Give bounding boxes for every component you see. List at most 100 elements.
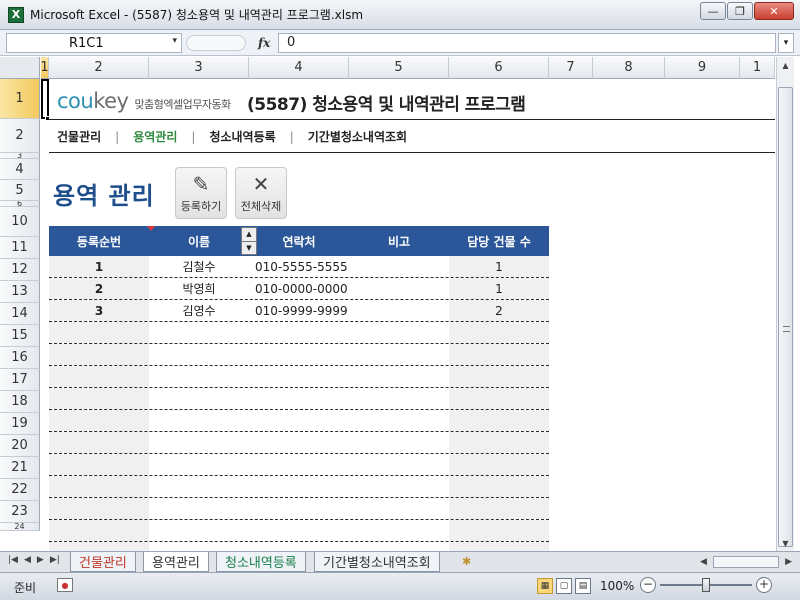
column-header[interactable]: 4 xyxy=(249,57,349,79)
formula-expand-icon[interactable]: ▾ xyxy=(778,33,794,53)
cell-building-count[interactable] xyxy=(449,498,549,519)
cell-reg-no[interactable]: 1 xyxy=(49,256,149,277)
cell-note[interactable] xyxy=(349,322,449,343)
nav-service-management[interactable]: 용역관리 xyxy=(133,128,177,145)
cell-note[interactable] xyxy=(349,432,449,453)
cell-name[interactable]: 김영수 xyxy=(149,300,249,321)
cell-note[interactable] xyxy=(349,366,449,387)
tab-period-record-search[interactable]: 기간별청소내역조회 xyxy=(314,552,440,572)
header-note[interactable]: 비고 xyxy=(349,226,449,256)
cell-reg-no[interactable] xyxy=(49,432,149,453)
cell-contact[interactable] xyxy=(249,366,349,387)
row-header[interactable]: 11 xyxy=(0,237,40,259)
cell-contact[interactable] xyxy=(249,344,349,365)
page-layout-view-icon[interactable]: ▢ xyxy=(556,578,572,594)
cell-note[interactable] xyxy=(349,476,449,497)
cell-reg-no[interactable] xyxy=(49,520,149,541)
row-header[interactable]: 23 xyxy=(0,501,40,523)
cell-reg-no[interactable] xyxy=(49,410,149,431)
cell-building-count[interactable]: 1 xyxy=(449,278,549,299)
name-box[interactable]: R1C1 ▾ xyxy=(6,33,182,53)
worksheet-area[interactable]: coukey 맞춤형엑셀업무자동화 (5587) 청소용역 및 내역관리 프로그… xyxy=(41,79,775,551)
table-row[interactable] xyxy=(49,476,549,498)
column-header[interactable]: 9 xyxy=(665,57,740,79)
column-header[interactable]: 5 xyxy=(349,57,449,79)
row-header[interactable]: 1 xyxy=(0,79,40,119)
macro-record-icon[interactable]: ● xyxy=(57,578,73,592)
select-all-corner[interactable] xyxy=(0,57,40,79)
tab-cleaning-record-entry[interactable]: 청소내역등록 xyxy=(216,552,306,572)
row-header[interactable]: 5 xyxy=(0,180,40,201)
table-row[interactable] xyxy=(49,344,549,366)
row-header[interactable]: 13 xyxy=(0,281,40,303)
cell-contact[interactable]: 010-0000-0000 xyxy=(249,278,349,299)
delete-all-button[interactable]: ✕ 전체삭제 xyxy=(235,167,287,219)
cell-name[interactable] xyxy=(149,520,249,541)
column-header[interactable]: 3 xyxy=(149,57,249,79)
cell-building-count[interactable] xyxy=(449,542,549,551)
cell-reg-no[interactable] xyxy=(49,454,149,475)
table-row[interactable] xyxy=(49,410,549,432)
scroll-left-icon[interactable]: ◀ xyxy=(700,557,707,567)
table-row[interactable] xyxy=(49,366,549,388)
table-row[interactable] xyxy=(49,498,549,520)
cell-reg-no[interactable] xyxy=(49,388,149,409)
cell-name[interactable] xyxy=(149,542,249,551)
row-header[interactable]: 16 xyxy=(0,347,40,369)
cell-building-count[interactable] xyxy=(449,388,549,409)
restore-button[interactable]: ❐ xyxy=(727,2,753,20)
cell-contact[interactable] xyxy=(249,388,349,409)
table-row[interactable] xyxy=(49,388,549,410)
cell-note[interactable] xyxy=(349,454,449,475)
cell-name[interactable] xyxy=(149,432,249,453)
sort-spinner[interactable]: ▲ ▼ xyxy=(241,227,257,255)
next-sheet-icon[interactable]: ▶ xyxy=(37,555,44,565)
cell-name[interactable] xyxy=(149,476,249,497)
nav-building-management[interactable]: 건물관리 xyxy=(57,128,101,145)
cell-building-count[interactable] xyxy=(449,432,549,453)
table-row[interactable] xyxy=(49,432,549,454)
cell-name[interactable] xyxy=(149,366,249,387)
row-header[interactable]: 4 xyxy=(0,159,40,180)
minimize-button[interactable]: — xyxy=(700,2,726,20)
scroll-down-icon[interactable]: ▼ xyxy=(777,535,794,551)
row-header[interactable]: 17 xyxy=(0,369,40,391)
prev-sheet-icon[interactable]: ◀ xyxy=(24,555,31,565)
cell-reg-no[interactable]: 2 xyxy=(49,278,149,299)
cell-building-count[interactable] xyxy=(449,322,549,343)
page-break-view-icon[interactable]: ▤ xyxy=(575,578,591,594)
insert-function-icon[interactable]: fx xyxy=(258,36,270,50)
cell-building-count[interactable] xyxy=(449,344,549,365)
header-reg-no[interactable]: 등록순번 xyxy=(49,226,149,256)
excel-app-icon[interactable]: X xyxy=(8,6,24,23)
cell-contact[interactable] xyxy=(249,542,349,551)
cell-reg-no[interactable] xyxy=(49,366,149,387)
cell-building-count[interactable] xyxy=(449,476,549,497)
cell-name[interactable] xyxy=(149,410,249,431)
cell-name[interactable]: 김철수 xyxy=(149,256,249,277)
cell-building-count[interactable] xyxy=(449,366,549,387)
table-row[interactable] xyxy=(49,520,549,542)
cell-contact[interactable] xyxy=(249,520,349,541)
cell-building-count[interactable] xyxy=(449,410,549,431)
cell-contact[interactable] xyxy=(249,454,349,475)
register-button[interactable]: ✎ 등록하기 xyxy=(175,167,227,219)
cell-reg-no[interactable] xyxy=(49,344,149,365)
zoom-in-icon[interactable]: + xyxy=(756,577,772,593)
column-header[interactable]: 7 xyxy=(549,57,593,79)
cell-contact[interactable] xyxy=(249,432,349,453)
table-row[interactable]: 3 김영수 010-9999-9999 2 xyxy=(49,300,549,322)
spinner-down-icon[interactable]: ▼ xyxy=(242,242,256,255)
scroll-right-icon[interactable]: ▶ xyxy=(785,557,792,567)
table-row[interactable] xyxy=(49,322,549,344)
formula-bar-splitter[interactable] xyxy=(186,35,246,51)
cell-note[interactable] xyxy=(349,344,449,365)
cell-reg-no[interactable] xyxy=(49,322,149,343)
header-contact[interactable]: 연락처 xyxy=(249,226,349,256)
table-row[interactable]: 1 김철수 010-5555-5555 1 xyxy=(49,256,549,278)
column-header[interactable]: 8 xyxy=(593,57,665,79)
cell-name[interactable] xyxy=(149,322,249,343)
row-header[interactable]: 19 xyxy=(0,413,40,435)
last-sheet-icon[interactable]: ▶| xyxy=(50,555,60,565)
spinner-up-icon[interactable]: ▲ xyxy=(242,228,256,242)
